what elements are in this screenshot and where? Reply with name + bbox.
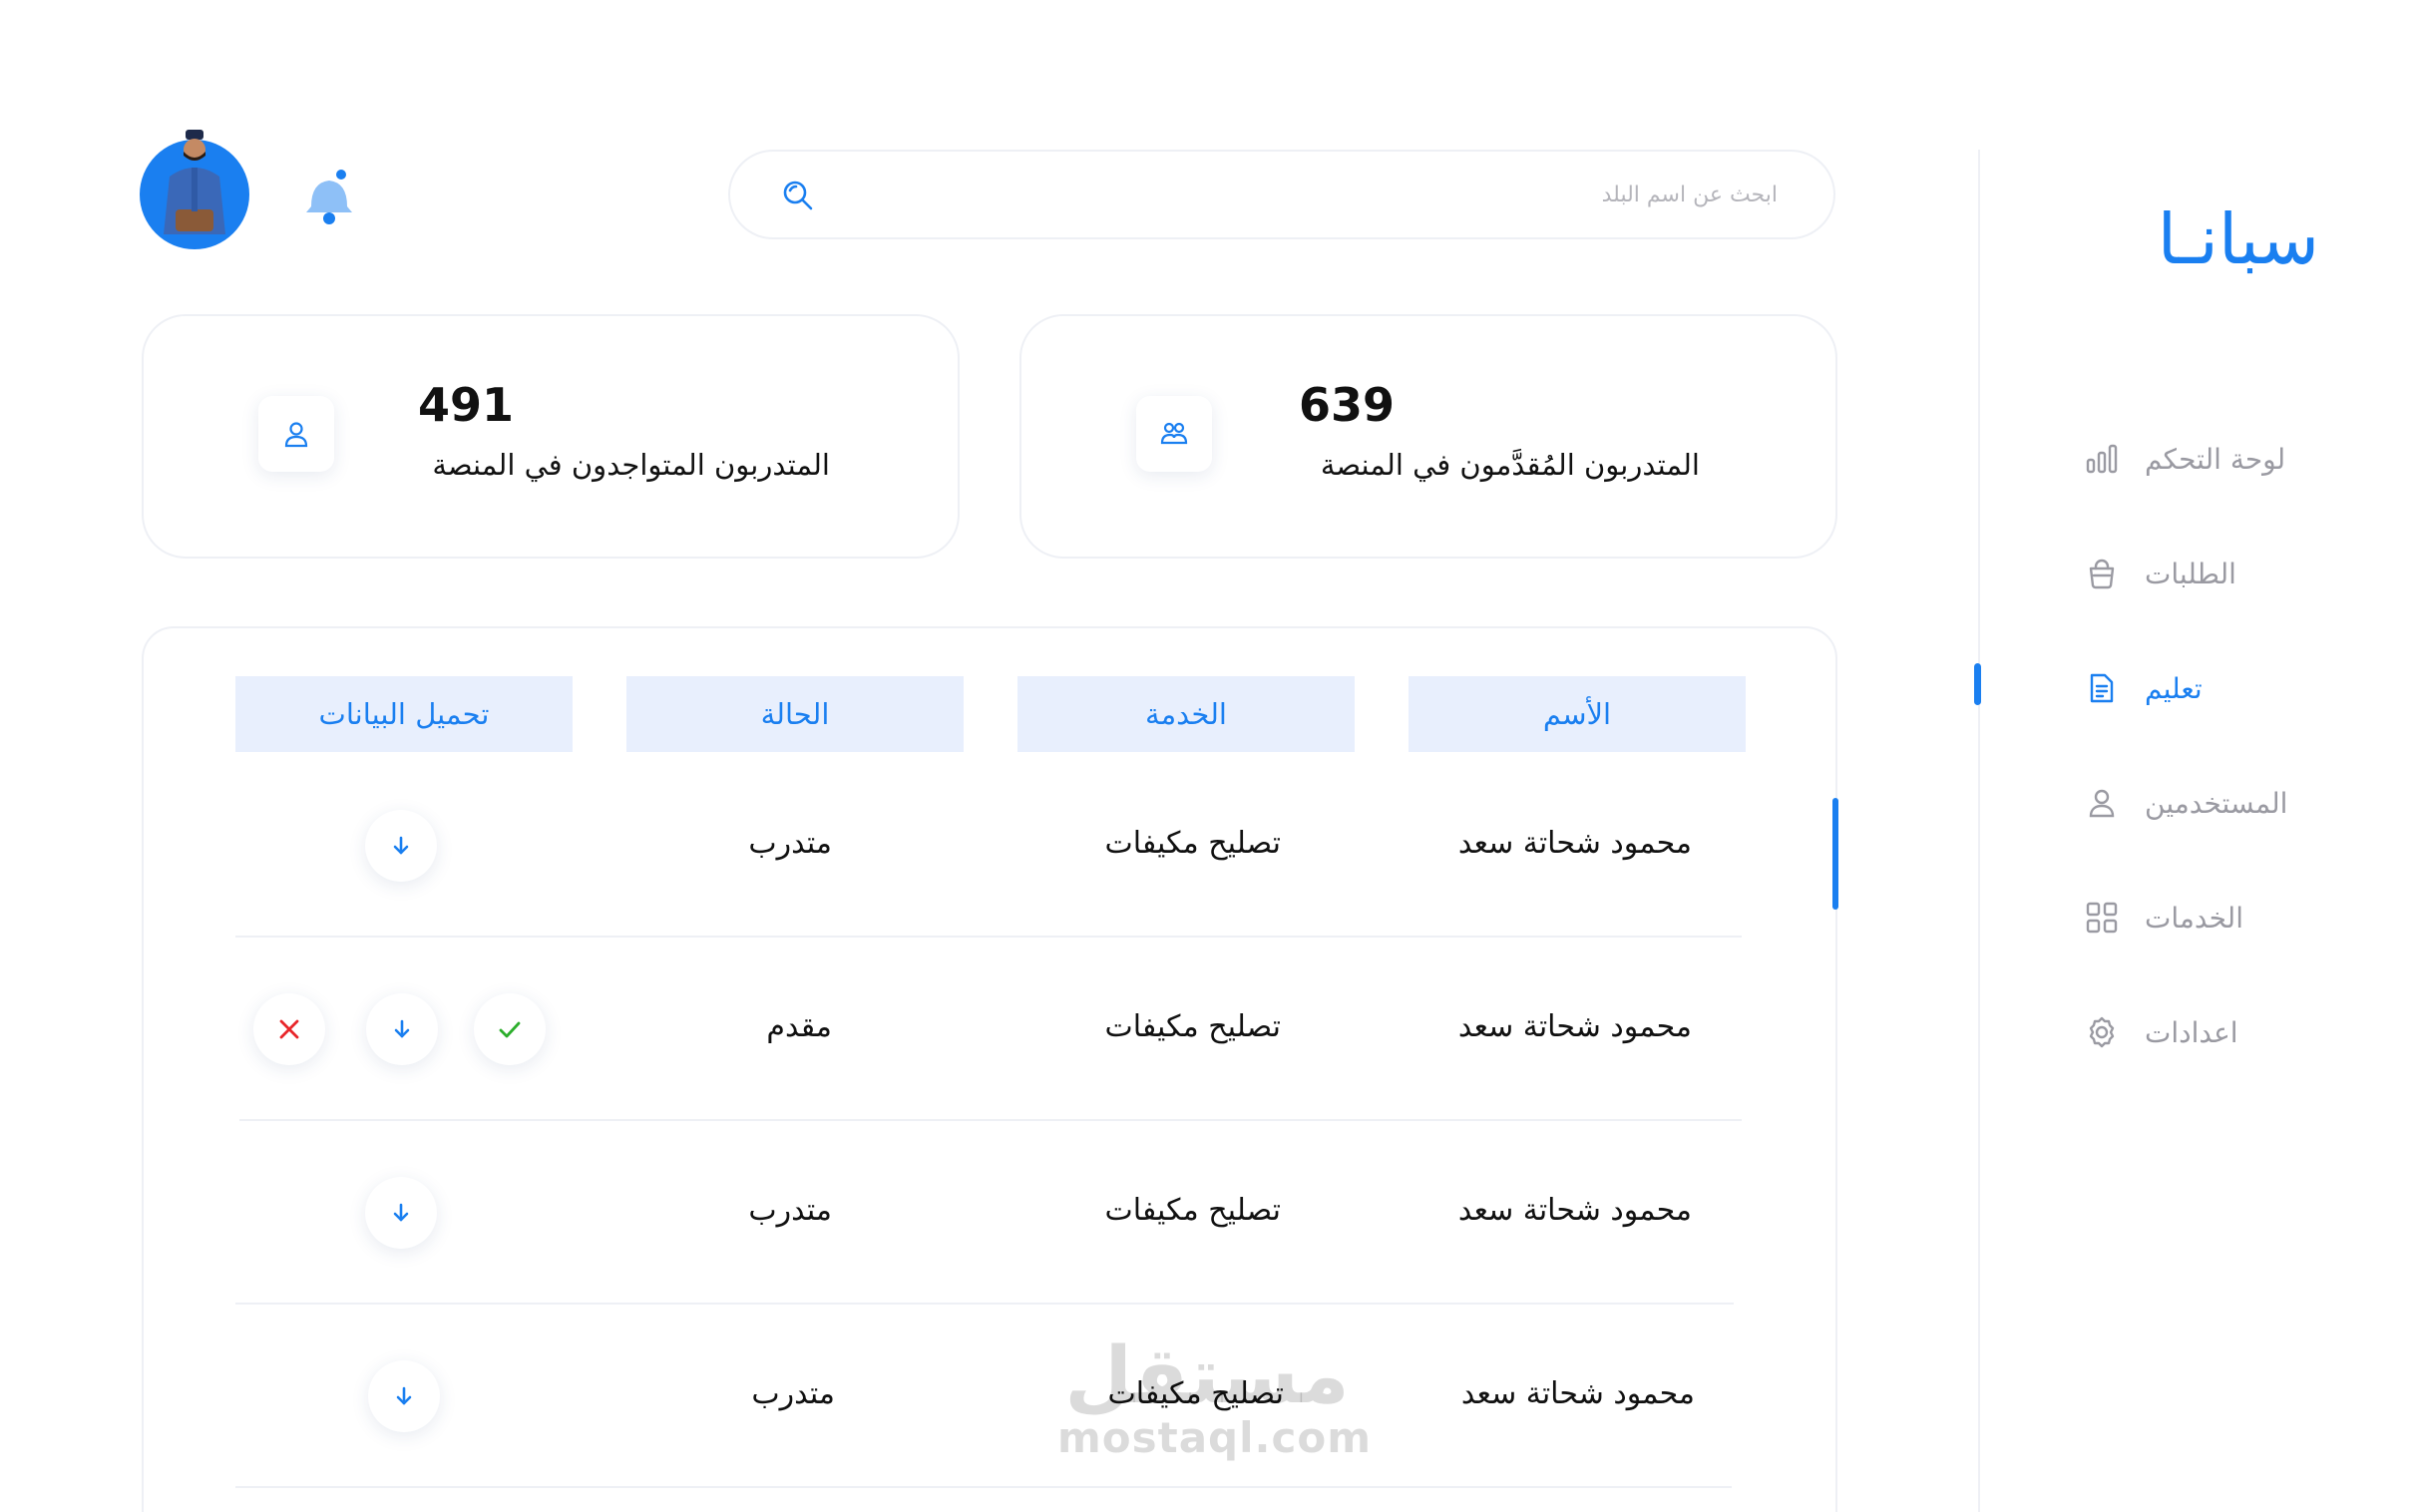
download-button[interactable] [365, 810, 437, 882]
cell-service: تصليح مكيفات [1104, 1009, 1282, 1044]
column-header-service[interactable]: الخدمة [1017, 676, 1355, 752]
arrow-down-icon [394, 1019, 410, 1038]
row-divider [235, 936, 1742, 938]
cell-status: متدرب [748, 826, 832, 861]
check-icon [499, 1021, 521, 1038]
active-nav-indicator [1974, 663, 1981, 705]
sidebar-item-dashboard[interactable]: لوحة التحكم [2085, 429, 2370, 489]
column-header-name[interactable]: الأسم [1409, 676, 1746, 752]
document-icon [2085, 671, 2119, 705]
sidebar-item-education[interactable]: تعليم [2085, 658, 2370, 718]
bell-icon[interactable] [299, 165, 359, 229]
sidebar-item-orders[interactable]: الطلبات [2085, 544, 2370, 603]
sidebar-item-label: الطلبات [2145, 557, 2236, 590]
cell-service: تصليح مكيفات [1104, 1193, 1282, 1228]
search-icon[interactable] [780, 178, 816, 213]
cell-service: تصليح مكيفات [1107, 1376, 1285, 1411]
arrow-down-icon [393, 836, 409, 855]
download-button[interactable] [366, 993, 438, 1065]
cell-name: محمود شحاتة سعد [1457, 1193, 1692, 1228]
sidebar-item-label: الخدمات [2145, 901, 2243, 935]
user-icon [2085, 786, 2119, 820]
row-divider [235, 1303, 1734, 1305]
users-group-icon [1136, 396, 1212, 472]
cell-name: محمود شحاتة سعد [1457, 1009, 1692, 1044]
sidebar-item-label: تعليم [2145, 671, 2203, 705]
stat-label: المتدربون المُقدَّمون في المنصة [1320, 448, 1700, 482]
grid-icon [2085, 901, 2119, 935]
cell-name: محمود شحاتة سعد [1457, 826, 1692, 861]
search-input[interactable] [830, 152, 1788, 237]
sidebar-divider [1978, 150, 1980, 1512]
sidebar-item-label: اعدادات [2145, 1015, 2238, 1049]
user-icon [258, 396, 334, 472]
sidebar-item-label: المستخدمين [2145, 786, 2288, 820]
arrow-down-icon [393, 1203, 409, 1222]
cell-status: متدرب [748, 1193, 832, 1228]
stat-label: المتدربون المتواجدون في المنصة [432, 448, 830, 482]
accept-button[interactable] [474, 993, 546, 1065]
download-button[interactable] [368, 1360, 440, 1432]
stat-value: 491 [418, 378, 515, 432]
sidebar-item-label: لوحة التحكم [2145, 442, 2286, 476]
column-header-download[interactable]: تحميل البيانات [235, 676, 573, 752]
search-bar[interactable] [728, 150, 1835, 239]
avatar[interactable] [140, 130, 249, 249]
stat-value: 639 [1299, 378, 1396, 432]
cell-status: متدرب [751, 1376, 835, 1411]
row-divider [239, 1119, 1742, 1121]
sidebar-item-users[interactable]: المستخدمين [2085, 773, 2370, 833]
bag-icon [2085, 557, 2119, 590]
table-scrollbar[interactable] [1832, 798, 1838, 910]
column-header-status[interactable]: الحالة [626, 676, 964, 752]
sidebar-item-services[interactable]: الخدمات [2085, 888, 2370, 947]
download-button[interactable] [365, 1177, 437, 1249]
bar-chart-icon [2085, 442, 2119, 476]
reject-button[interactable] [253, 993, 325, 1065]
stat-card-applied: 639 المتدربون المُقدَّمون في المنصة [1019, 314, 1837, 559]
sidebar-item-settings[interactable]: اعدادات [2085, 1002, 2370, 1062]
cell-service: تصليح مكيفات [1104, 826, 1282, 861]
stat-card-present: 491 المتدربون المتواجدون في المنصة [142, 314, 960, 559]
arrow-down-icon [396, 1386, 412, 1405]
cell-name: محمود شحاتة سعد [1460, 1376, 1695, 1411]
cell-status: مقدم [766, 1009, 832, 1044]
gear-icon [2085, 1015, 2119, 1049]
close-icon [279, 1019, 299, 1039]
row-divider [235, 1486, 1732, 1488]
app-logo[interactable]: سبانـا [2120, 194, 2319, 284]
